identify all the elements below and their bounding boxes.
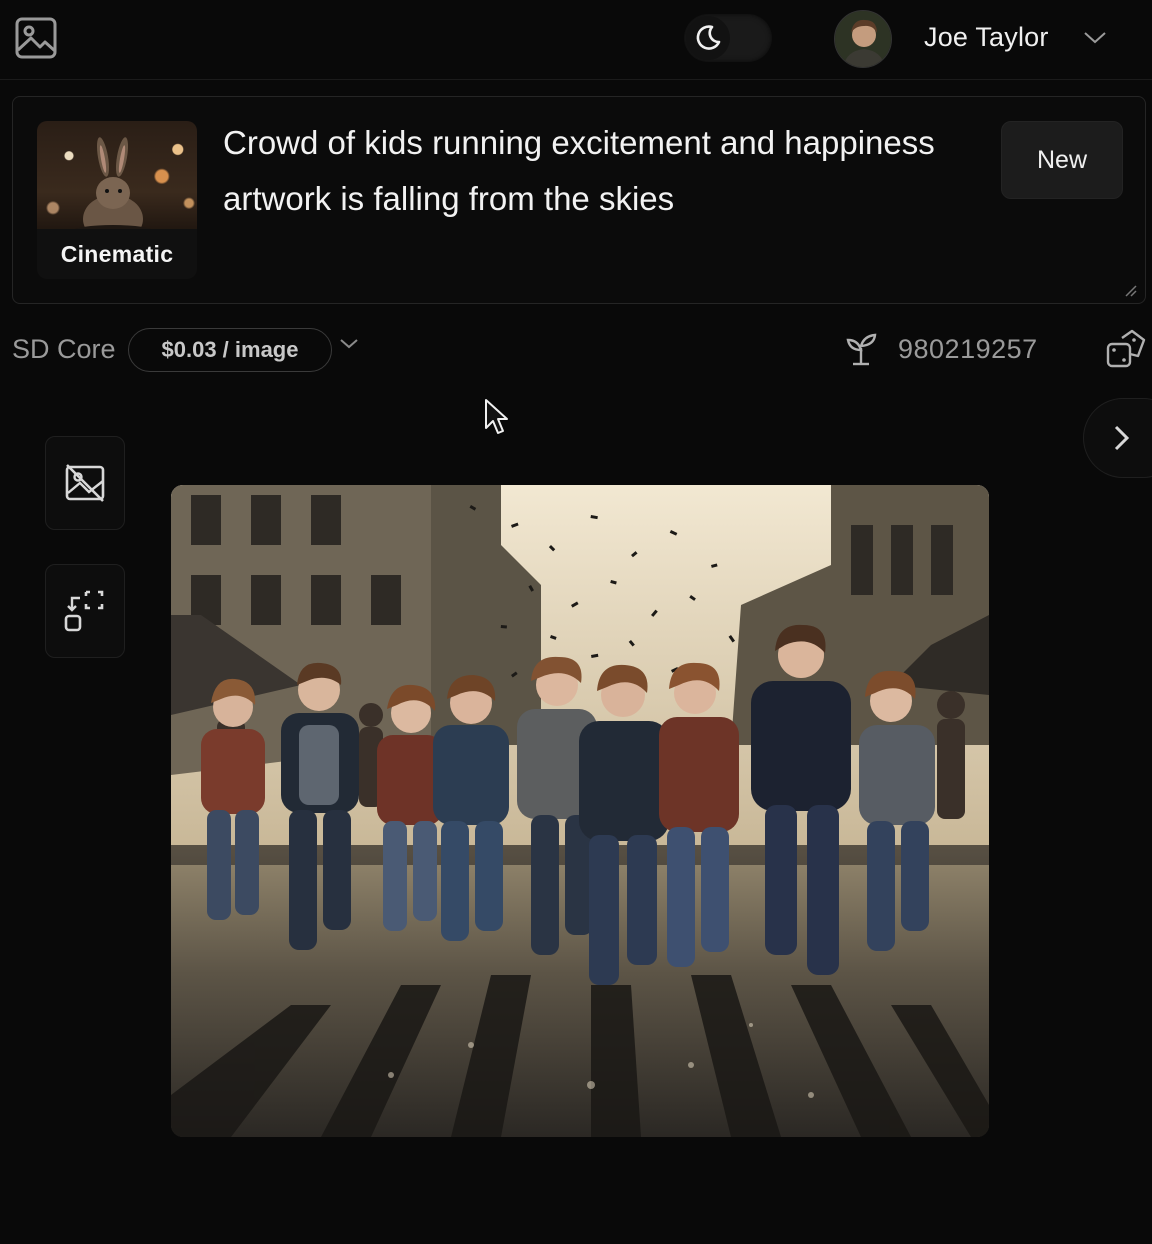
dice-icon[interactable]	[1104, 328, 1148, 372]
style-selector[interactable]: Cinematic	[37, 121, 197, 279]
price-badge: $0.03 / image	[128, 328, 332, 372]
style-label: Cinematic	[60, 240, 174, 267]
theme-toggle-knob[interactable]	[686, 16, 730, 60]
upscale-button[interactable]	[45, 564, 125, 658]
avatar-face	[835, 11, 891, 67]
cursor-icon	[485, 399, 508, 434]
prompt-input[interactable]: Crowd of kids running excitement and hap…	[223, 115, 983, 227]
resize-handle-icon[interactable]	[1123, 283, 1137, 297]
chevron-down-icon[interactable]	[338, 336, 360, 352]
chevron-down-icon[interactable]	[1082, 28, 1108, 48]
top-bar: Joe Taylor	[0, 0, 1152, 80]
image-off-icon	[65, 464, 105, 502]
expand-icon	[64, 590, 104, 632]
style-preview-image	[73, 137, 153, 241]
generated-image-scene	[171, 485, 989, 1137]
seedling-icon	[846, 333, 877, 366]
model-name[interactable]: SD Core	[12, 334, 116, 365]
image-icon[interactable]	[14, 16, 58, 60]
next-image-button[interactable]	[1083, 398, 1152, 478]
theme-toggle[interactable]	[684, 14, 772, 62]
generated-image[interactable]	[171, 485, 989, 1137]
new-button[interactable]: New	[1001, 121, 1123, 199]
user-name[interactable]: Joe Taylor	[924, 22, 1049, 53]
seed-value[interactable]: 980219257	[898, 334, 1038, 365]
chevron-right-icon	[1114, 425, 1130, 451]
prompt-card: Cinematic Crowd of kids running exciteme…	[12, 96, 1146, 304]
remove-background-button[interactable]	[45, 436, 125, 530]
moon-icon	[696, 25, 721, 50]
avatar[interactable]	[834, 10, 892, 68]
style-caption-bar: Cinematic	[37, 229, 197, 279]
